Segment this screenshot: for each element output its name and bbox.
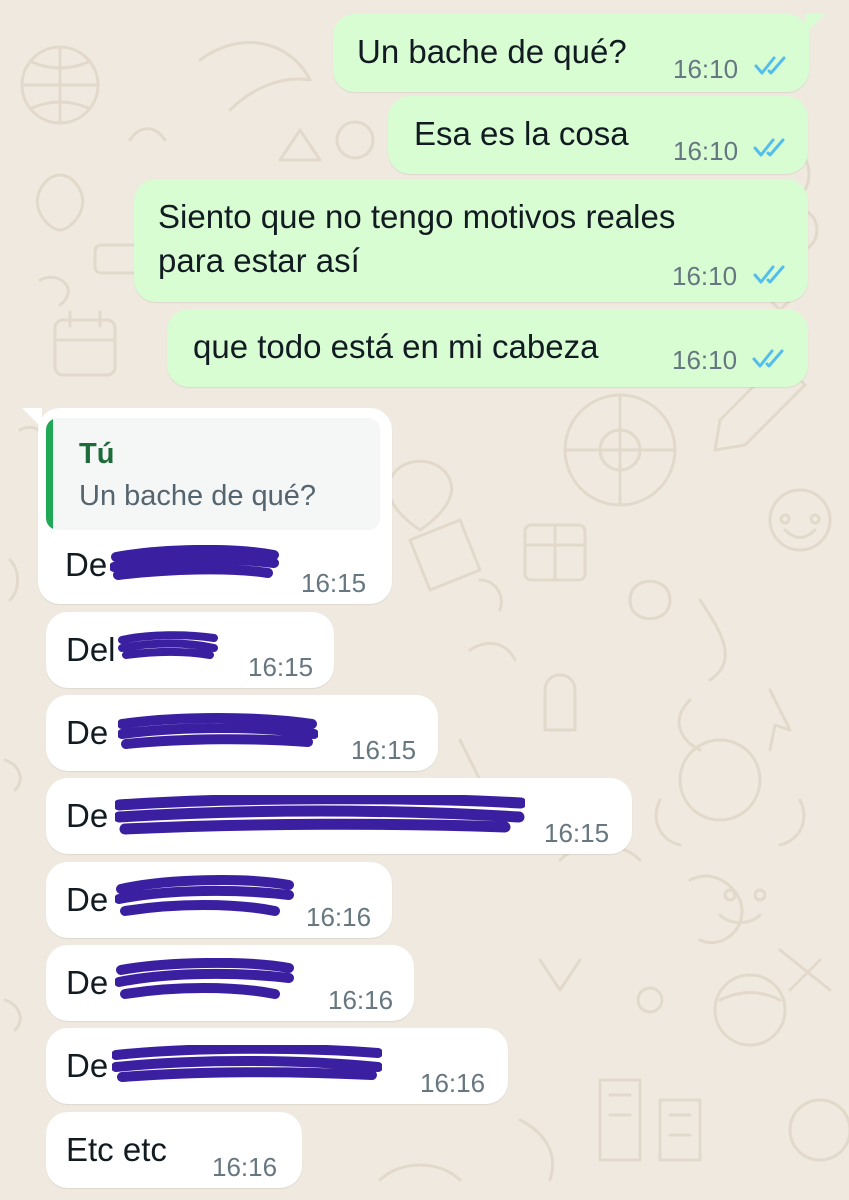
message-time: 16:16 <box>328 985 394 1015</box>
redaction-scribble <box>112 1045 382 1082</box>
message-time: 16:10 <box>673 54 739 84</box>
message-time: 16:16 <box>420 1068 486 1098</box>
reply-quote[interactable]: Tú Un bache de qué? <box>46 418 380 530</box>
message-text: que todo está en mi cabeza <box>193 328 599 365</box>
incoming-message[interactable]: Etc etc 16:16 <box>46 1112 302 1188</box>
message-text: De <box>66 1047 109 1084</box>
double-check-icon <box>754 56 786 75</box>
message-time: 16:16 <box>212 1152 278 1182</box>
redaction-scribble <box>115 875 294 916</box>
message-time: 16:16 <box>306 902 372 932</box>
quote-accent-bar <box>46 418 53 530</box>
message-text: De <box>65 546 108 583</box>
message-text: De <box>66 881 109 918</box>
message-time: 16:10 <box>672 261 738 291</box>
outgoing-message[interactable]: que todo está en mi cabeza 16:10 <box>167 309 808 387</box>
redaction-scribble <box>115 795 525 835</box>
message-time: 16:15 <box>248 652 314 682</box>
redaction-scribble <box>115 958 294 999</box>
message-time: 16:15 <box>351 735 417 765</box>
double-check-icon <box>752 349 784 368</box>
redaction-scribble <box>110 545 279 580</box>
bubble-tail <box>805 14 825 34</box>
message-time: 16:15 <box>544 818 610 848</box>
message-text: De <box>66 797 109 834</box>
message-time: 16:15 <box>301 568 367 598</box>
message-time: 16:10 <box>673 136 739 166</box>
quote-author: Tú <box>79 438 115 470</box>
redaction-scribble <box>118 631 218 659</box>
double-check-icon <box>753 138 785 157</box>
redaction-scribble <box>118 713 318 749</box>
outgoing-message[interactable]: Un bache de qué? 16:10 <box>333 14 809 92</box>
outgoing-message[interactable]: Siento que no tengo motivos reales para … <box>134 179 808 302</box>
message-text: Un bache de qué? <box>357 33 627 70</box>
message-text-line-2: para estar así <box>158 242 360 279</box>
message-text: De <box>66 714 109 751</box>
message-text: Esa es la cosa <box>414 115 629 152</box>
double-check-icon <box>753 265 785 284</box>
message-text: Etc etc <box>66 1131 167 1168</box>
quote-text: Un bache de qué? <box>79 480 317 512</box>
outgoing-message[interactable]: Esa es la cosa 16:10 <box>388 96 808 174</box>
message-text-line-1: Siento que no tengo motivos reales <box>158 198 676 235</box>
message-text: Del <box>66 631 116 668</box>
message-text: De <box>66 964 109 1001</box>
message-time: 16:10 <box>672 345 738 375</box>
